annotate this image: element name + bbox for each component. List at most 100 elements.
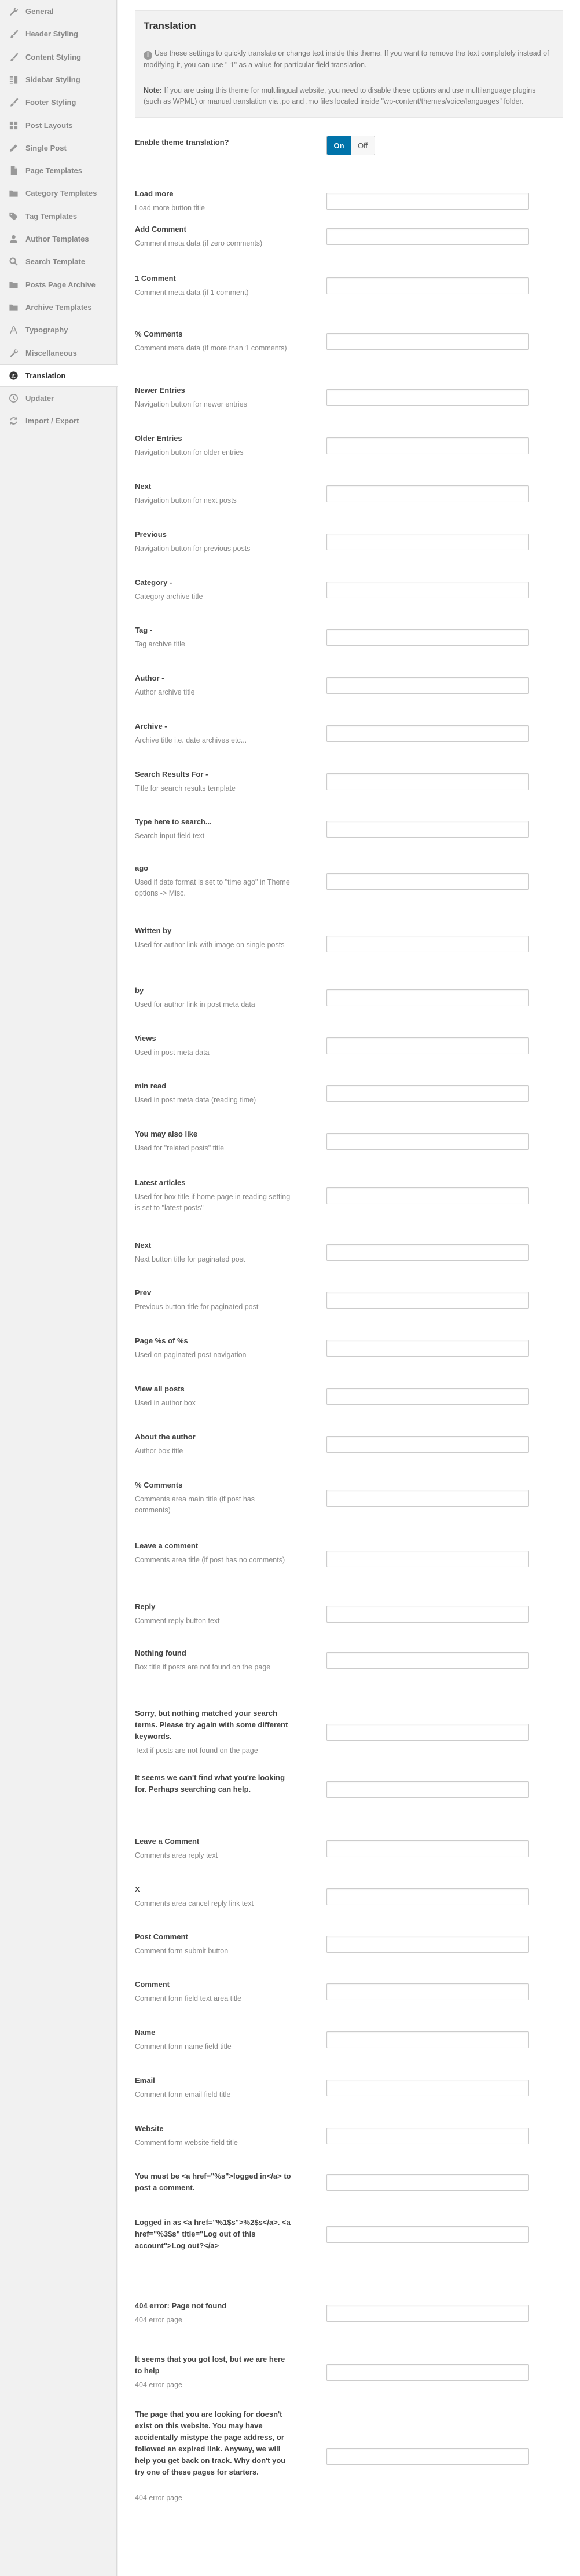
toggle-off-button[interactable]: Off [351, 136, 375, 155]
toggle-on-button[interactable]: On [327, 136, 351, 155]
note-text-body: If you are using this theme for multilin… [144, 86, 536, 105]
sidebar-item-footer-styling[interactable]: Footer Styling [0, 91, 116, 114]
sidebar-item-sidebar-styling[interactable]: Sidebar Styling [0, 68, 116, 91]
field-label: Search Results For - [135, 770, 208, 779]
translation-input[interactable] [326, 1187, 529, 1204]
note-text: Note: If you are using this theme for mu… [144, 85, 552, 107]
translation-input[interactable] [326, 1490, 529, 1507]
sidebar-item-category-templates[interactable]: Category Templates [0, 182, 116, 204]
sidebar-item-label: Sidebar Styling [25, 75, 80, 84]
sidebar-item-label: General [25, 7, 54, 16]
field-label: Name [135, 2028, 156, 2037]
translation-input[interactable] [326, 277, 529, 294]
field-label: Email [135, 2076, 155, 2085]
translation-input[interactable] [326, 989, 529, 1006]
translation-input[interactable] [326, 1551, 529, 1567]
field-description: Search input field text [135, 832, 205, 840]
translation-input[interactable] [326, 2226, 529, 2243]
translation-input[interactable] [326, 2174, 529, 2191]
translation-input[interactable] [326, 2305, 529, 2322]
field-description: Navigation button for previous posts [135, 545, 251, 553]
sidebar-item-label: Tag Templates [25, 211, 78, 221]
translation-input[interactable] [326, 1037, 529, 1054]
translation-input[interactable] [326, 725, 529, 742]
translation-input[interactable] [326, 1936, 529, 1953]
translation-input[interactable] [326, 228, 529, 245]
sidebar-item-archive-templates[interactable]: Archive Templates [0, 296, 116, 319]
field-description: Used on paginated post navigation [135, 1351, 247, 1359]
translation-input[interactable] [326, 773, 529, 790]
translation-input[interactable] [326, 1133, 529, 1150]
translation-input[interactable] [326, 2128, 529, 2144]
sidebar-item-label: Miscellaneous [25, 348, 77, 357]
sidebar-item-label: Typography [25, 326, 68, 335]
sidebar-nav: General Header Styling Content Styling Side… [0, 0, 118, 2576]
translation-input[interactable] [326, 677, 529, 694]
sidebar-item-page-templates[interactable]: Page Templates [0, 159, 116, 182]
sidebar-item-content-styling[interactable]: Content Styling [0, 46, 116, 68]
sidebar-item-translation[interactable]: Translation [0, 364, 118, 387]
field-label: Next [135, 482, 152, 491]
sidebar-item-typography[interactable]: Typography [0, 319, 116, 341]
translation-toggle[interactable]: On Off [326, 136, 375, 155]
folder-icon [8, 188, 19, 199]
field-label: The page that you are looking for doesn'… [135, 2410, 286, 2476]
translation-input[interactable] [326, 582, 529, 598]
translation-input[interactable] [326, 1652, 529, 1669]
sidebar-item-general[interactable]: General [0, 0, 116, 23]
sidebar-item-post-layouts[interactable]: Post Layouts [0, 114, 116, 137]
sidebar-item-tag-templates[interactable]: Tag Templates [0, 205, 116, 228]
translation-input[interactable] [326, 1888, 529, 1905]
sidebar-item-single-post[interactable]: Single Post [0, 137, 116, 159]
field-label: Leave a comment [135, 1541, 199, 1550]
wrench-icon [8, 6, 19, 17]
translation-input[interactable] [326, 2031, 529, 2048]
translation-input[interactable] [326, 629, 529, 646]
info-text-body: Use these settings to quickly translate … [144, 49, 549, 69]
wrench-icon [8, 348, 19, 358]
field-description: Comments area main title (if post has co… [135, 1495, 255, 1514]
sidebar-item-author-templates[interactable]: Author Templates [0, 228, 116, 250]
translation-input[interactable] [326, 1244, 529, 1261]
translation-input[interactable] [326, 1724, 529, 1741]
sidebar-item-label: Post Layouts [25, 120, 73, 130]
sidebar-item-search-template[interactable]: Search Template [0, 250, 116, 273]
field-label: 1 Comment [135, 274, 176, 283]
sidebar-item-label: Translation [25, 371, 66, 380]
field-description: Comment reply button text [135, 1617, 220, 1625]
translation-input[interactable] [326, 534, 529, 550]
translation-input[interactable] [326, 1340, 529, 1357]
translation-input[interactable] [326, 2448, 529, 2465]
translation-input[interactable] [326, 1292, 529, 1309]
folder-icon [8, 279, 19, 290]
translation-input[interactable] [326, 1983, 529, 2000]
translation-input[interactable] [326, 1840, 529, 1857]
translation-input[interactable] [326, 1436, 529, 1453]
translation-input[interactable] [326, 1388, 529, 1405]
translation-input[interactable] [326, 1085, 529, 1102]
sidebar-item-updater[interactable]: Updater [0, 387, 116, 410]
sidebar-item-import-export[interactable]: Import / Export [0, 410, 116, 432]
translation-input[interactable] [326, 2080, 529, 2096]
field-description: Comment meta data (if zero comments) [135, 239, 263, 247]
field-label: Archive - [135, 722, 167, 730]
translation-input[interactable] [326, 873, 529, 890]
translation-input[interactable] [326, 1606, 529, 1623]
translation-input[interactable] [326, 821, 529, 838]
sidebar-item-header-styling[interactable]: Header Styling [0, 23, 116, 45]
translation-input[interactable] [326, 485, 529, 502]
sidebar-item-label: Posts Page Archive [25, 280, 96, 289]
translation-input[interactable] [326, 333, 529, 350]
field-label: Website [135, 2124, 164, 2133]
translation-input[interactable] [326, 193, 529, 210]
sidebar-item-miscellaneous[interactable]: Miscellaneous [0, 342, 116, 364]
field-description: Title for search results template [135, 784, 236, 792]
translation-input[interactable] [326, 936, 529, 952]
sidebar-item-posts-page-archive[interactable]: Posts Page Archive [0, 273, 116, 296]
translation-input[interactable] [326, 2364, 529, 2381]
translation-input[interactable] [326, 1781, 529, 1798]
translation-input[interactable] [326, 389, 529, 406]
field-description: 404 error page [135, 2494, 183, 2502]
translation-input[interactable] [326, 437, 529, 454]
clock-icon [8, 393, 19, 404]
